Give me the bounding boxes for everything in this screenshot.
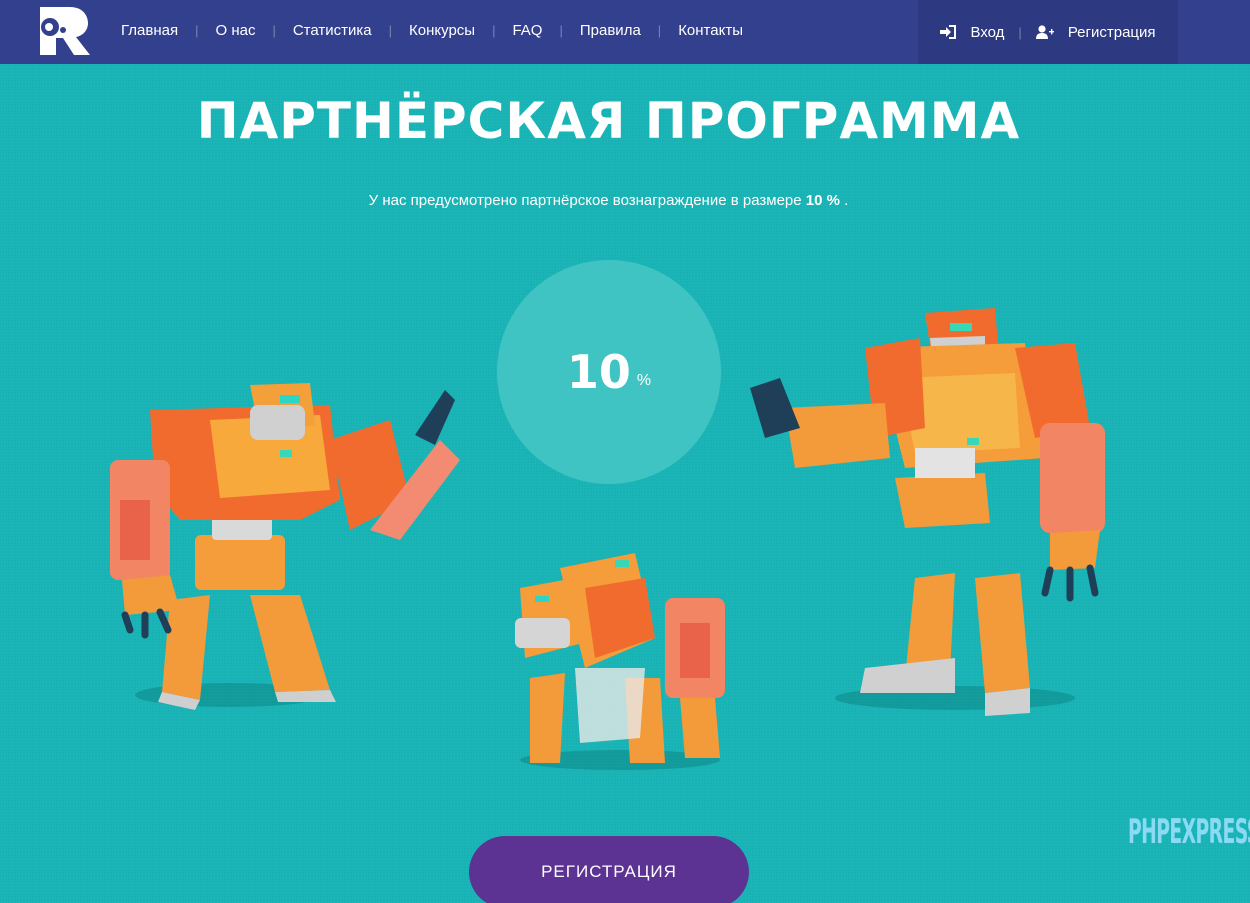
nav-faq[interactable]: FAQ xyxy=(495,22,559,39)
nav-rules[interactable]: Правила xyxy=(563,22,658,39)
site-logo[interactable] xyxy=(36,5,92,57)
commission-value: 10 % xyxy=(805,192,840,209)
watermark-logo: PHPEXPRESS xyxy=(1128,812,1250,852)
register-label: Регистрация xyxy=(1067,23,1156,41)
commission-text: У нас предусмотрено партнёрское вознагра… xyxy=(368,192,806,209)
nav-home[interactable]: Главная xyxy=(104,22,195,39)
top-navbar: Главная | О нас | Статистика | Конкурсы … xyxy=(0,0,1250,64)
login-label: Вход xyxy=(970,23,1005,41)
login-link[interactable]: Вход xyxy=(926,24,1018,41)
sign-in-icon xyxy=(940,25,957,39)
main-nav: Главная | О нас | Статистика | Конкурсы … xyxy=(104,0,760,60)
robot-left-illustration xyxy=(110,383,460,710)
nav-statistics[interactable]: Статистика xyxy=(276,22,389,39)
commission-number: 10 xyxy=(566,345,631,399)
commission-suffix: . xyxy=(839,192,849,209)
commission-unit: % xyxy=(636,372,652,389)
nav-about[interactable]: О нас xyxy=(198,22,272,39)
register-cta-button[interactable]: РЕГИСТРАЦИЯ xyxy=(469,836,749,903)
robot-right-illustration xyxy=(750,308,1105,716)
register-link[interactable]: Регистрация xyxy=(1022,24,1170,41)
commission-circle: 10 % xyxy=(497,260,721,484)
commission-description: У нас предусмотрено партнёрское вознагра… xyxy=(0,192,1217,209)
page-title: ПАРТНЁРСКАЯ ПРОГРАММА xyxy=(196,92,1021,150)
auth-panel: Вход | Регистрация xyxy=(918,0,1178,64)
user-plus-icon xyxy=(1035,25,1054,39)
nav-contacts[interactable]: Контакты xyxy=(661,22,760,39)
robot-small-illustration xyxy=(515,553,725,770)
nav-contests[interactable]: Конкурсы xyxy=(392,22,492,39)
